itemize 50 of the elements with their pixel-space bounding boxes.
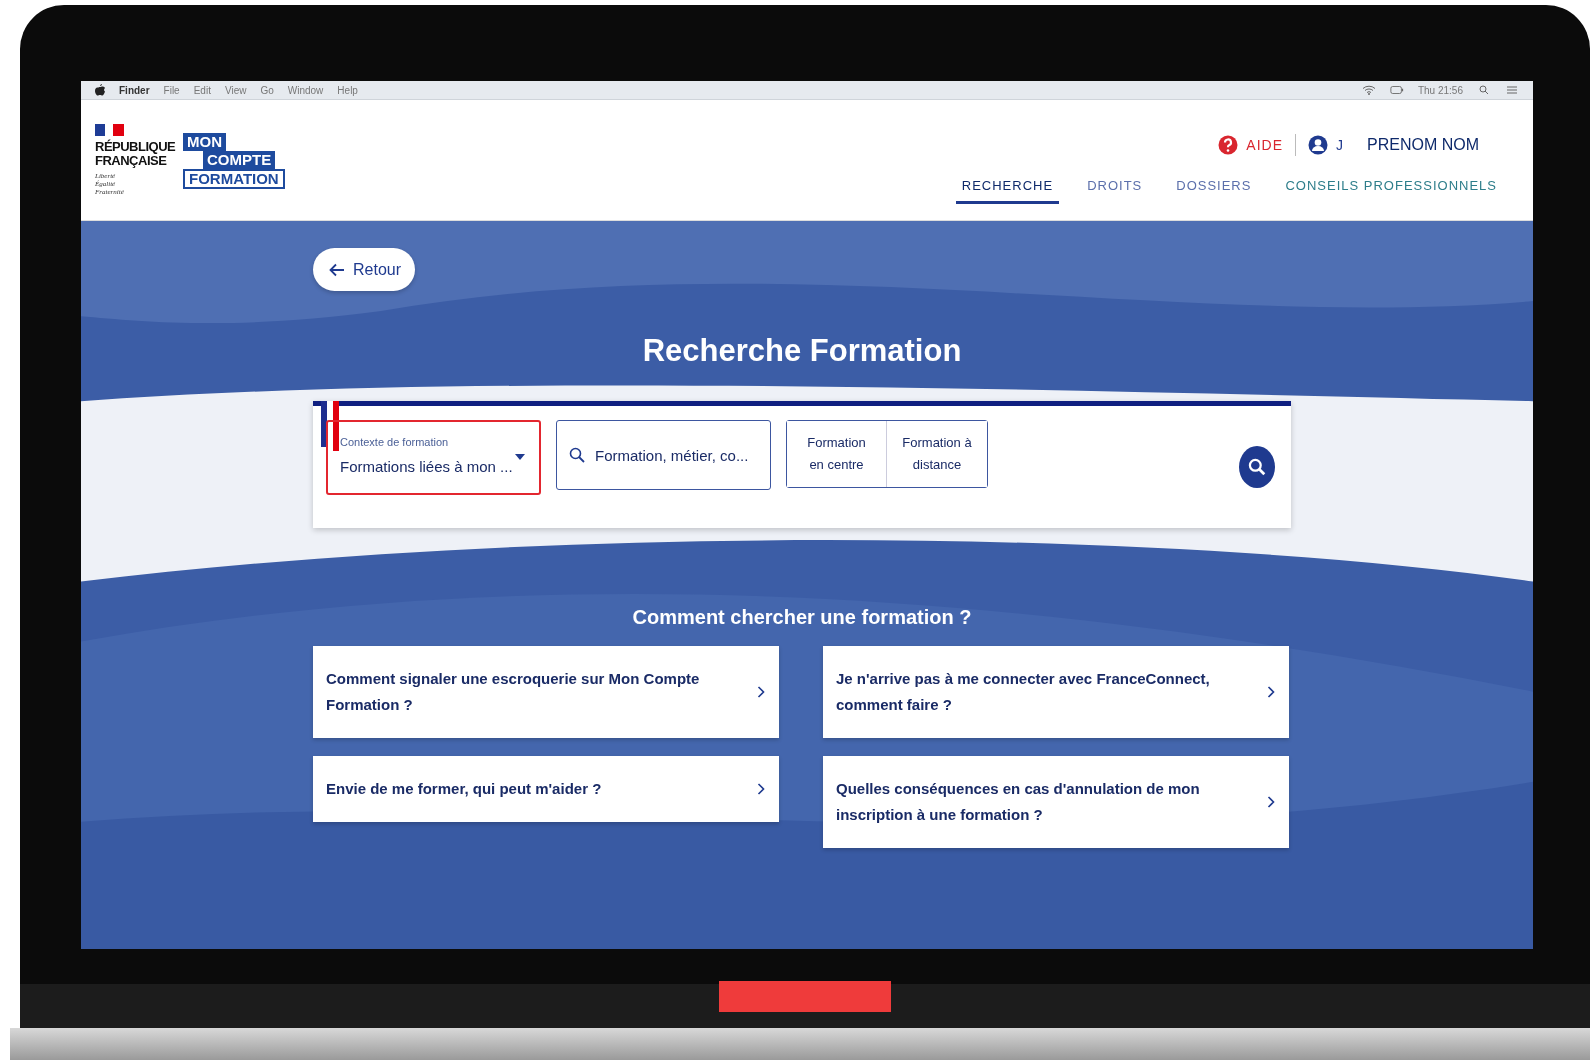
faq-card[interactable]: Quelles conséquences en cas d'annulation de mon inscription à une formation ? xyxy=(823,756,1289,848)
menu-item[interactable]: Go xyxy=(260,84,274,96)
brand-logo-text: FORMATION xyxy=(183,169,285,189)
faq-card[interactable]: Envie de me former, qui peut m'aider ? xyxy=(313,756,779,822)
search-icon xyxy=(1248,458,1266,476)
chevron-right-icon xyxy=(1267,796,1275,808)
search-button[interactable] xyxy=(1239,446,1275,488)
apple-icon xyxy=(95,84,105,96)
wifi-icon[interactable] xyxy=(1361,85,1376,95)
menu-item[interactable]: Window xyxy=(287,84,324,96)
republic-text: FRANÇAISE xyxy=(95,154,167,168)
menu-item[interactable]: Help xyxy=(337,84,358,96)
battery-icon[interactable] xyxy=(1389,85,1404,95)
menu-item[interactable]: Edit xyxy=(193,84,211,96)
faq-question[interactable]: Quelles conséquences en cas d'annulation de mon inscription à une formation ? xyxy=(836,776,1251,828)
clock: Thu 21:56 xyxy=(1417,84,1463,96)
arrow-left-icon xyxy=(329,262,345,277)
brand-logo-text: MON xyxy=(183,133,226,151)
flag-icon xyxy=(95,124,125,136)
back-button[interactable]: Retour xyxy=(313,248,416,291)
republic-text: RÉPUBLIQUE xyxy=(95,140,177,154)
faq-question[interactable]: Je n'arrive pas à me connecter avec FranceConnect, comment faire ? xyxy=(836,666,1251,718)
menu-item[interactable]: Finder xyxy=(119,84,150,96)
faq-card[interactable]: Je n'arrive pas à me connecter avec FranceConnect, comment faire ? xyxy=(823,646,1289,738)
keyword-field[interactable]: Formation, métier, co... xyxy=(556,420,771,490)
chevron-right-icon xyxy=(1267,686,1275,698)
search-icon[interactable] xyxy=(1477,85,1491,95)
context-dropdown[interactable]: Contexte de formation Formations liées à mon ... xyxy=(326,420,541,495)
page-title: Recherche Formation xyxy=(641,333,963,370)
menu-item[interactable]: File xyxy=(163,84,180,96)
user-name[interactable]: PRENOM NOM xyxy=(1367,136,1479,154)
faq-question[interactable]: Envie de me former, qui peut m'aider ? xyxy=(326,776,741,802)
help-icon[interactable] xyxy=(1218,135,1239,155)
chevron-right-icon xyxy=(757,783,765,795)
faq-question[interactable]: Comment signaler une escroquerie sur Mon Compte Formation ? xyxy=(326,666,741,718)
nav-tab[interactable]: CONSEILS PROFESSIONNELS xyxy=(1279,172,1503,204)
user-icon[interactable] xyxy=(1308,135,1328,155)
faq-title: Comment chercher une formation ? xyxy=(631,606,973,630)
nav-tab[interactable]: RECHERCHE xyxy=(955,172,1060,204)
faq-card[interactable]: Comment signaler une escroquerie sur Mon Compte Formation ? xyxy=(313,646,779,738)
nav-tab[interactable]: DROITS xyxy=(1081,172,1149,204)
brand-logo-text: COMPTE xyxy=(203,151,276,169)
help-link[interactable]: AIDE xyxy=(1246,137,1283,153)
search-icon xyxy=(569,447,585,463)
chevron-right-icon xyxy=(757,686,765,698)
nav-tab[interactable]: DOSSIERS xyxy=(1170,172,1258,204)
caret-icon xyxy=(515,454,525,460)
menu-item[interactable]: View xyxy=(224,84,247,96)
mode-toggle[interactable]: Formation en centre xyxy=(787,421,887,487)
user-initial[interactable]: J xyxy=(1336,137,1343,153)
